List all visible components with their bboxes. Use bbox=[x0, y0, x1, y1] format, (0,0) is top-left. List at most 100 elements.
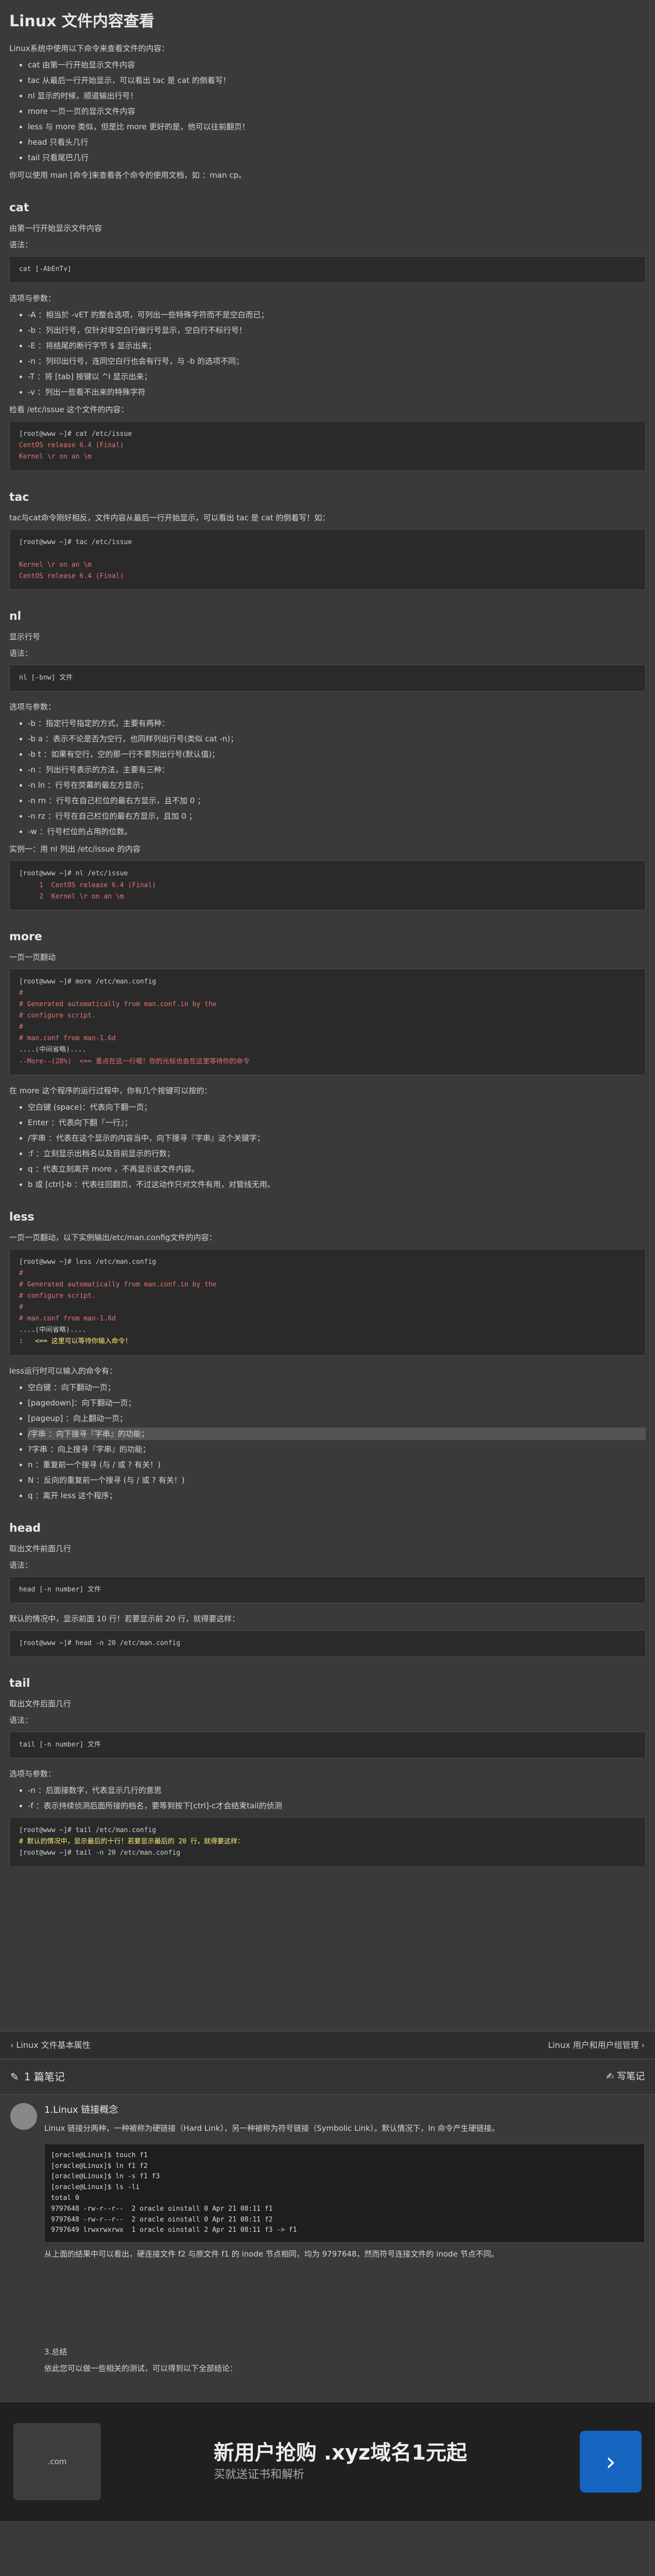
more-example-code: [root@www ~]# more /etc/man.config # # G… bbox=[9, 968, 646, 1075]
list-item: less 与 more 类似，但是比 more 更好的是，他可以往前翻页！ bbox=[28, 121, 646, 133]
note-author: 1.Linux 链接概念 Linux 链接分两种，一种被称为硬链接（Hard L… bbox=[10, 2103, 645, 2139]
page-title: Linux 文件内容查看 bbox=[9, 12, 154, 30]
list-item: /字串 ：代表在这个显示的内容当中，向下搜寻『字串』这个关键字； bbox=[28, 1132, 646, 1144]
tail-options: -n ：后面接数字，代表显示几行的意思 -f ：表示持续侦测后面所接的档名，要等… bbox=[28, 1784, 646, 1812]
list-item: /字串 ：向下搜寻『字串』的功能； bbox=[28, 1427, 646, 1440]
ad-headline: 新用户抢购 .xyz域名1元起 bbox=[213, 2441, 468, 2465]
less-keys-label: less运行时可以输入的命令有： bbox=[9, 1366, 117, 1376]
list-item: -E ：将结尾的断行字节 $ 显示出来； bbox=[28, 340, 646, 352]
nl-syntax-label: 语法： bbox=[9, 649, 33, 658]
note-para: Linux 链接分两种，一种被称为硬链接（Hard Link），另一种被称为符号… bbox=[44, 2123, 499, 2133]
tail-syntax-label: 语法： bbox=[9, 1716, 33, 1725]
article-nav: ‹ Linux 文件基本属性 Linux 用户和用户组管理 › bbox=[0, 2030, 655, 2060]
tail-opts-label: 选项与参数： bbox=[9, 1769, 56, 1779]
list-item: [pageup] ：向上翻动一页； bbox=[28, 1412, 646, 1425]
list-item: [pagedown]：向下翻动一页； bbox=[28, 1397, 646, 1409]
nl-example-code: [root@www ~]# nl /etc/issue 1 CentOS rel… bbox=[9, 860, 646, 910]
cat-opts-label: 选项与参数： bbox=[9, 294, 56, 303]
section-head: head bbox=[9, 1521, 41, 1535]
list-item: -n ln ：行号在荧幕的最左方显示； bbox=[28, 779, 646, 791]
list-item: :f ：立刻显示出档名以及目前显示的行数； bbox=[28, 1147, 646, 1160]
less-desc: 一页一页翻动，以下实例输出/etc/man.config文件的内容： bbox=[9, 1232, 217, 1242]
note-title: 1.Linux 链接概念 bbox=[44, 2105, 118, 2116]
list-item: ?字串 ：向上搜寻『字串』的功能； bbox=[28, 1443, 646, 1455]
list-item: -n rz ：行号在自己栏位的最右方显示，且加 0 ； bbox=[28, 810, 646, 822]
list-item: -b ：列出行号，仅针对非空白行做行号显示，空白行不标行号！ bbox=[28, 324, 646, 336]
nl-options: -b ：指定行号指定的方式，主要有两种： -b a ：表示不论是否为空行，也同样… bbox=[28, 717, 646, 838]
notes-icon: ✎ bbox=[10, 2071, 19, 2083]
list-item: -T ：将 [tab] 按键以 ^I 显示出来； bbox=[28, 370, 646, 383]
more-keys: 空白键 (space)：代表向下翻一页； Enter ：代表向下翻『一行』； /… bbox=[28, 1101, 646, 1191]
list-item: nl 显示的时候，顺道输出行号！ bbox=[28, 90, 646, 102]
list-item: tail 只看尾巴几行 bbox=[28, 151, 646, 164]
head-syntax: head [-n number] 文件 bbox=[9, 1576, 646, 1603]
head-example-code: [root@www ~]# head -n 20 /etc/man.config bbox=[9, 1630, 646, 1657]
section-tail: tail bbox=[9, 1676, 30, 1690]
less-keys: 空白键 ：向下翻动一页； [pagedown]：向下翻动一页； [pageup]… bbox=[28, 1381, 646, 1502]
list-item: q ：离开 less 这个程序； bbox=[28, 1489, 646, 1502]
note-summary-label: 3.总结 bbox=[44, 2347, 67, 2357]
section-tac: tac bbox=[9, 490, 29, 504]
list-item: Enter ：代表向下翻『一行』； bbox=[28, 1116, 646, 1129]
list-item: 空白键 (space)：代表向下翻一页； bbox=[28, 1101, 646, 1113]
ad-subtitle: 买就送证书和解析 bbox=[213, 2468, 304, 2481]
list-item: -n ：列出行号表示的方法，主要有三种： bbox=[28, 764, 646, 776]
avatar bbox=[10, 2103, 37, 2130]
note-para: 从上面的结果中可以看出，硬连接文件 f2 与原文件 f1 的 inode 节点相… bbox=[44, 2249, 499, 2259]
cat-options: -A ：相当於 -vET 的整合选项，可列出一些特殊字符而不是空白而已； -b … bbox=[28, 309, 646, 398]
list-item: -v ：列出一些看不出来的特殊字符 bbox=[28, 386, 646, 398]
list-item: N ：反向的重复前一个搜寻 (与 / 或 ? 有关！) bbox=[28, 1474, 646, 1486]
head-syntax-label: 语法： bbox=[9, 1560, 33, 1570]
list-item: -A ：相当於 -vET 的整合选项，可列出一些特殊字符而不是空白而已； bbox=[28, 309, 646, 321]
list-item: -n ：后面接数字，代表显示几行的意思 bbox=[28, 1784, 646, 1797]
prev-link[interactable]: ‹ Linux 文件基本属性 bbox=[10, 2039, 91, 2052]
command-list: cat 由第一行开始显示文件内容 tac 从最后一行开始显示，可以看出 tac … bbox=[28, 59, 646, 164]
list-item: head 只看头几行 bbox=[28, 136, 646, 148]
note-item: 1.Linux 链接概念 Linux 链接分两种，一种被称为硬链接（Hard L… bbox=[0, 2095, 655, 2387]
list-item: -n rn ：行号在自己栏位的最右方显示，且不加 0 ； bbox=[28, 794, 646, 807]
tail-example-code: [root@www ~]# tail /etc/man.config # 默认的… bbox=[9, 1817, 646, 1867]
note-summary: 依此您可以做一些相关的测试，可以得到以下全部结论： bbox=[44, 2364, 238, 2374]
intro-text: Linux系统中使用以下命令来查看文件的内容： bbox=[9, 44, 169, 53]
list-item: b 或 [ctrl]-b ：代表往回翻页，不过这动作只对文件有用，对管线无用。 bbox=[28, 1178, 646, 1191]
ad-banner[interactable]: .com 新用户抢购 .xyz域名1元起 买就送证书和解析 › bbox=[0, 2402, 655, 2521]
list-item: cat 由第一行开始显示文件内容 bbox=[28, 59, 646, 71]
list-item: -f ：表示持续侦测后面所接的档名，要等到按下[ctrl]-c才会结束tail的… bbox=[28, 1800, 646, 1812]
nl-opts-label: 选项与参数： bbox=[9, 702, 56, 712]
tac-desc: tac与cat命令刚好相反，文件内容从最后一行开始显示，可以看出 tac 是 c… bbox=[9, 513, 330, 522]
more-desc: 一页一页翻动 bbox=[9, 952, 56, 962]
section-cat: cat bbox=[9, 201, 29, 214]
article: Linux 文件内容查看 Linux系统中使用以下命令来查看文件的内容： cat… bbox=[0, 0, 655, 2010]
pencil-icon: ✍ bbox=[606, 2071, 614, 2082]
cat-example-code: [root@www ~]# cat /etc/issue CentOS rele… bbox=[9, 421, 646, 471]
arrow-right-icon[interactable]: › bbox=[579, 2431, 642, 2493]
write-note-button[interactable]: ✍ 写笔记 bbox=[606, 2070, 645, 2084]
nl-desc: 显示行号 bbox=[9, 632, 41, 642]
ad-logo: .com bbox=[13, 2423, 101, 2501]
list-item: q ：代表立刻离开 more ，不再显示该文件内容。 bbox=[28, 1163, 646, 1175]
note-code: [oracle@Linux]$ touch f1 [oracle@Linux]$… bbox=[44, 2143, 645, 2243]
cat-syntax: cat [-AbEnTv] bbox=[9, 256, 646, 283]
list-item: tac 从最后一行开始显示，可以看出 tac 是 cat 的倒着写！ bbox=[28, 74, 646, 87]
list-item: -n ：列印出行号，连同空白行也会有行号，与 -b 的选项不同； bbox=[28, 355, 646, 367]
tail-desc: 取出文件后面几行 bbox=[9, 1699, 72, 1709]
list-item: 空白键 ：向下翻动一页； bbox=[28, 1381, 646, 1394]
list-item: -b t ：如果有空行，空的那一行不要列出行号(默认值)； bbox=[28, 748, 646, 760]
notes-header: ✎ 1 篇笔记 ✍ 写笔记 bbox=[0, 2059, 655, 2095]
list-item: n ：重复前一个搜寻 (与 / 或 ? 有关！) bbox=[28, 1459, 646, 1471]
list-item: -w ：行号栏位的占用的位数。 bbox=[28, 825, 646, 838]
list-item: -b ：指定行号指定的方式，主要有两种： bbox=[28, 717, 646, 730]
list-item: -b a ：表示不论是否为空行，也同样列出行号(类似 cat -n)； bbox=[28, 733, 646, 745]
head-note: 默认的情况中，显示前面 10 行！若要显示前 20 行，就得要这样： bbox=[9, 1614, 240, 1623]
next-link[interactable]: Linux 用户和用户组管理 › bbox=[548, 2039, 645, 2052]
cat-syntax-label: 语法： bbox=[9, 240, 33, 250]
section-more: more bbox=[9, 930, 42, 943]
man-tip: 你可以使用 man [命令]来查看各个命令的使用文档，如 ：man cp。 bbox=[9, 171, 247, 180]
section-less: less bbox=[9, 1210, 35, 1224]
cat-example-label: 检看 /etc/issue 这个文件的内容： bbox=[9, 405, 129, 415]
nl-syntax: nl [-bnw] 文件 bbox=[9, 665, 646, 692]
less-example-code: [root@www ~]# less /etc/man.config # # G… bbox=[9, 1248, 646, 1355]
tac-example-code: [root@www ~]# tac /etc/issue Kernel \r o… bbox=[9, 529, 646, 590]
list-item: more 一页一页的显示文件内容 bbox=[28, 105, 646, 117]
